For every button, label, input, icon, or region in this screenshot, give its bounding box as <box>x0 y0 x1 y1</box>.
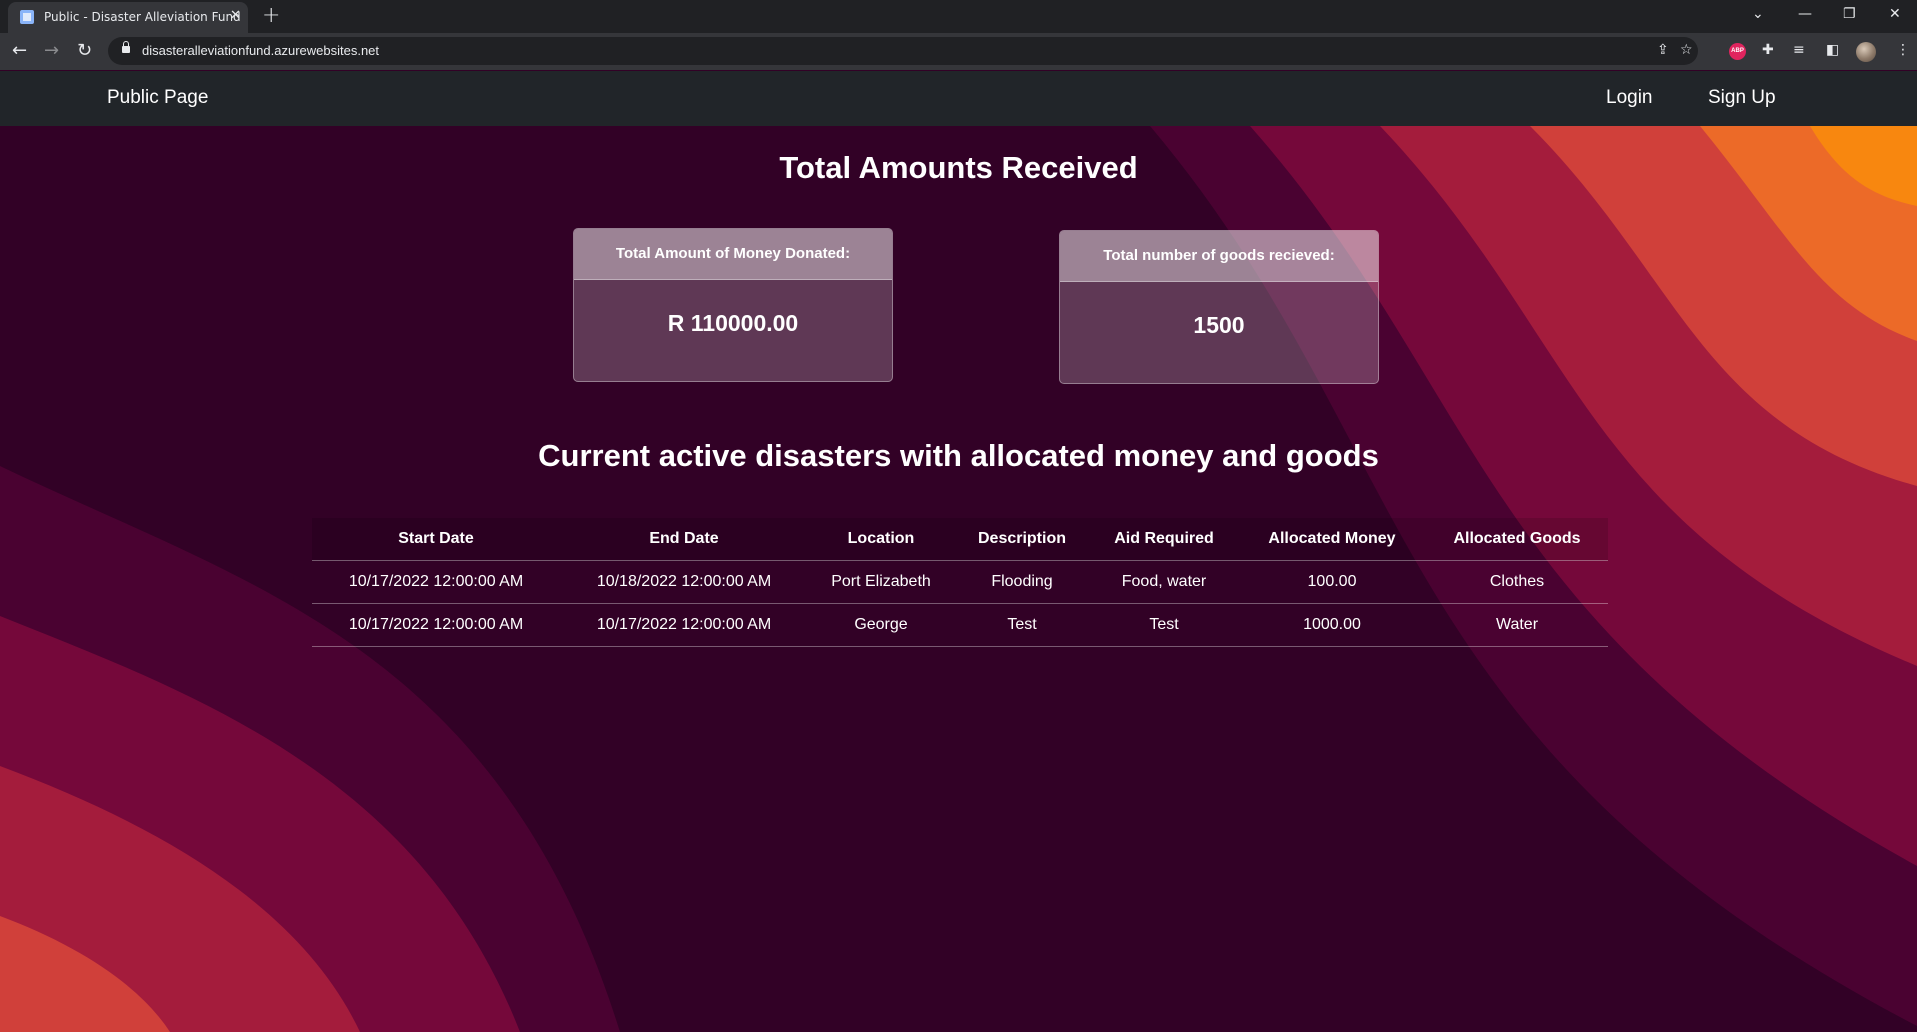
cell-description: Flooding <box>954 560 1090 604</box>
money-donated-value: R 110000.00 <box>667 310 799 336</box>
money-donated-card: Total Amount of Money Donated: R 110000.… <box>573 228 893 382</box>
login-link[interactable]: Login <box>1606 87 1653 109</box>
column-header-start-date: Start Date <box>312 518 560 561</box>
goods-received-card: Total number of goods recieved: 1500 <box>1059 230 1379 384</box>
forward-arrow-icon[interactable]: → <box>44 40 59 61</box>
signup-link[interactable]: Sign Up <box>1708 87 1776 109</box>
column-header-allocated-goods: Allocated Goods <box>1426 518 1608 561</box>
column-header-aid-required: Aid Required <box>1090 518 1238 561</box>
site-navbar: Public Page Login Sign Up <box>0 71 1917 126</box>
browser-menu-icon[interactable]: ⋮ <box>1896 42 1910 58</box>
cell-aid-required: Test <box>1090 603 1238 647</box>
adblock-extension-icon[interactable]: ABP <box>1729 43 1746 60</box>
cell-description: Test <box>954 603 1090 647</box>
money-donated-label: Total Amount of Money Donated: <box>574 229 892 280</box>
disasters-table: Start Date End Date Location Description… <box>312 518 1608 647</box>
cell-allocated-goods: Clothes <box>1426 560 1608 604</box>
column-header-location: Location <box>808 518 954 561</box>
tab-title: Public - Disaster Alleviation Fund <box>44 10 241 24</box>
column-header-end-date: End Date <box>560 518 808 561</box>
cell-allocated-money: 1000.00 <box>1238 603 1426 647</box>
url-text[interactable]: disasteralleviationfund.azurewebsites.ne… <box>142 43 379 58</box>
disasters-heading: Current active disasters with allocated … <box>538 438 1379 473</box>
media-playlist-icon[interactable]: ≡ <box>1793 42 1805 58</box>
restore-button[interactable]: ❐ <box>1843 6 1856 22</box>
cell-allocated-money: 100.00 <box>1238 560 1426 604</box>
cell-aid-required: Food, water <box>1090 560 1238 604</box>
cell-end-date: 10/18/2022 12:00:00 AM <box>560 560 808 604</box>
table-row: 10/17/2022 12:00:00 AM 10/17/2022 12:00:… <box>312 603 1608 647</box>
table-row: 10/17/2022 12:00:00 AM 10/18/2022 12:00:… <box>312 560 1608 604</box>
column-header-description: Description <box>954 518 1090 561</box>
cell-allocated-goods: Water <box>1426 603 1608 647</box>
browser-tabstrip: Public - Disaster Alleviation Fund ✕ + ⌄… <box>0 0 1917 33</box>
extensions-puzzle-icon[interactable]: ✚ <box>1762 42 1774 58</box>
totals-heading: Total Amounts Received <box>779 150 1138 185</box>
close-tab-icon[interactable]: ✕ <box>230 8 241 23</box>
minimize-button[interactable]: — <box>1798 6 1812 22</box>
cell-location: Port Elizabeth <box>808 560 954 604</box>
cell-start-date: 10/17/2022 12:00:00 AM <box>312 560 560 604</box>
bookmark-star-icon[interactable]: ☆ <box>1680 42 1693 58</box>
browser-toolbar: ← → ↻ disasteralleviationfund.azurewebsi… <box>0 33 1917 70</box>
goods-received-value: 1500 <box>1193 312 1245 338</box>
page-favicon-icon <box>20 10 34 24</box>
goods-received-label: Total number of goods recieved: <box>1060 231 1378 282</box>
tab-search-icon[interactable]: ⌄ <box>1752 6 1764 22</box>
cell-start-date: 10/17/2022 12:00:00 AM <box>312 603 560 647</box>
side-panel-icon[interactable]: ◧ <box>1826 42 1839 58</box>
new-tab-button[interactable]: + <box>262 3 280 28</box>
lock-icon[interactable] <box>122 41 130 53</box>
cell-location: George <box>808 603 954 647</box>
cell-end-date: 10/17/2022 12:00:00 AM <box>560 603 808 647</box>
back-arrow-icon[interactable]: ← <box>12 40 27 61</box>
browser-tab[interactable]: Public - Disaster Alleviation Fund ✕ <box>8 2 248 33</box>
table-header-row: Start Date End Date Location Description… <box>312 518 1608 561</box>
address-bar[interactable]: disasteralleviationfund.azurewebsites.ne… <box>108 37 1698 65</box>
reload-icon[interactable]: ↻ <box>77 40 92 61</box>
navbar-brand[interactable]: Public Page <box>107 87 208 109</box>
close-window-button[interactable]: ✕ <box>1889 6 1901 22</box>
profile-avatar[interactable] <box>1856 42 1876 62</box>
share-icon[interactable]: ⇪ <box>1657 42 1669 58</box>
column-header-allocated-money: Allocated Money <box>1238 518 1426 561</box>
